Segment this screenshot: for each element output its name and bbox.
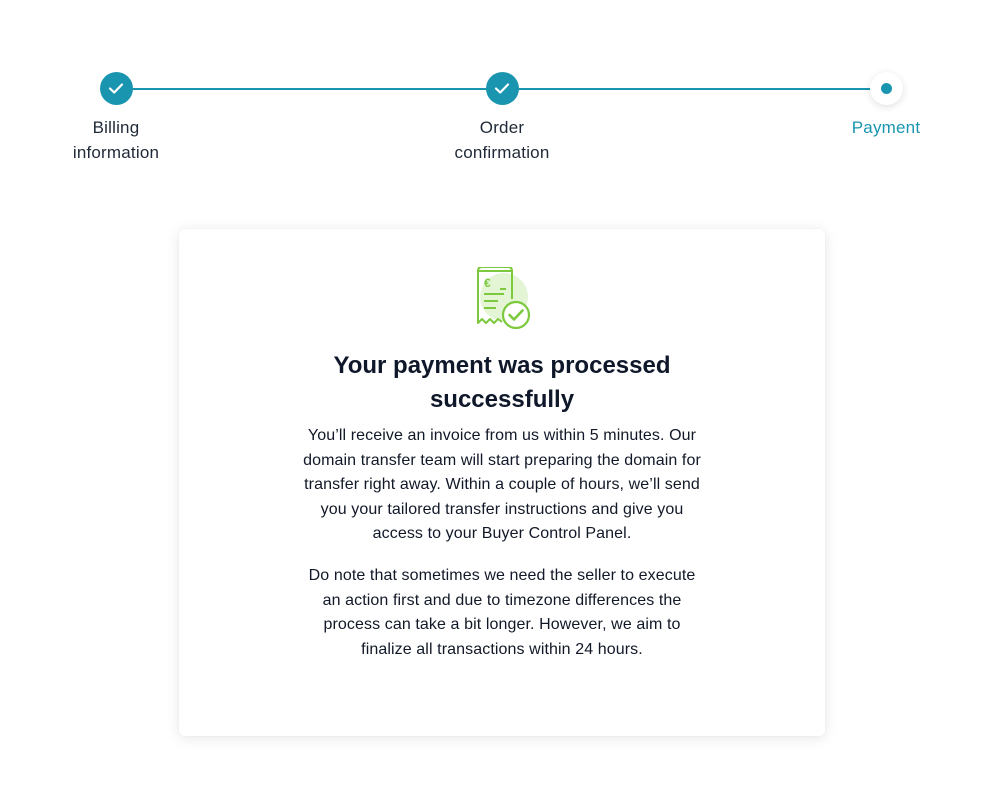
step-label: Payment bbox=[806, 115, 966, 140]
paragraph-line: you your tailored transfer instructions … bbox=[320, 500, 684, 518]
paragraph-line: process can take a bit longer. However, … bbox=[323, 616, 681, 634]
success-title-line1: Your payment was processed bbox=[333, 352, 671, 379]
checkout-stepper: Billing information Order confirmation P… bbox=[0, 0, 1000, 180]
step-label: Order confirmation bbox=[422, 115, 582, 165]
step-label-line1: Payment bbox=[851, 118, 921, 137]
euro-sign: € bbox=[484, 276, 491, 290]
invoice-info-paragraph: You’ll receive an invoice from us within… bbox=[257, 424, 747, 547]
payment-success-page: Billing information Order confirmation P… bbox=[0, 0, 1000, 785]
paragraph-line: domain transfer team will start preparin… bbox=[303, 451, 701, 469]
payment-success-card: € Your payment was processed successfull… bbox=[179, 229, 825, 736]
step-label: Billing information bbox=[36, 115, 196, 165]
paragraph-line: You’ll receive an invoice from us within… bbox=[307, 427, 697, 444]
step-completed-indicator bbox=[485, 72, 519, 105]
step-payment: Payment bbox=[806, 72, 966, 140]
receipt-euro-check-icon: € bbox=[477, 267, 531, 330]
paragraph-line: an action first and due to timezone diff… bbox=[322, 591, 682, 609]
paragraph-line: Do note that sometimes we need the selle… bbox=[308, 567, 696, 584]
step-completed-indicator bbox=[99, 72, 133, 105]
step-label-line1: Billing bbox=[92, 118, 140, 137]
current-step-dot-icon bbox=[880, 83, 892, 94]
timezone-notice-paragraph: Do note that sometimes we need the selle… bbox=[257, 564, 747, 662]
success-title: Your payment was processed successfully bbox=[239, 349, 765, 417]
checkmark-icon bbox=[494, 83, 510, 94]
step-label-line2: information bbox=[72, 143, 160, 162]
paragraph-line: access to your Buyer Control Panel. bbox=[372, 525, 632, 543]
step-current-indicator bbox=[869, 72, 903, 105]
checkmark-icon bbox=[108, 83, 124, 94]
paragraph-line: finalize all transactions within 24 hour… bbox=[361, 640, 643, 658]
step-label-line2: confirmation bbox=[454, 143, 550, 162]
success-title-line2: successfully bbox=[429, 386, 575, 413]
paragraph-line: transfer right away. Within a couple of … bbox=[304, 476, 700, 494]
step-billing-information: Billing information bbox=[36, 72, 196, 165]
step-order-confirmation: Order confirmation bbox=[422, 72, 582, 165]
step-label-line1: Order bbox=[479, 118, 525, 137]
